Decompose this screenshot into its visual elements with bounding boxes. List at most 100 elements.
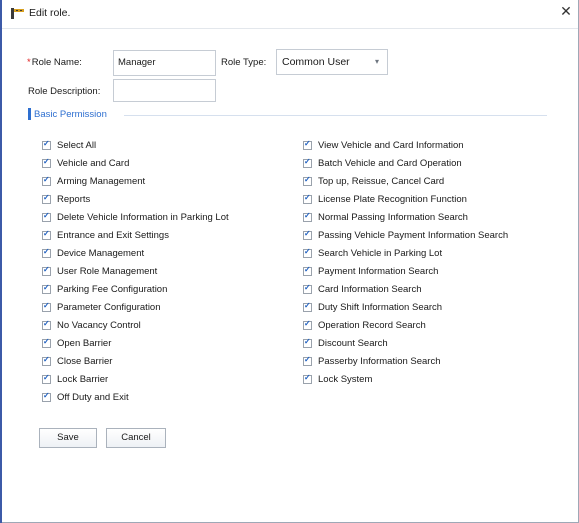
checkbox[interactable] xyxy=(303,337,312,348)
perm-view-vehicle-card-info[interactable]: View Vehicle and Card Information xyxy=(303,138,464,152)
perm-passing-payment-search[interactable]: Passing Vehicle Payment Information Sear… xyxy=(303,228,508,242)
perm-delete-vehicle-info[interactable]: Delete Vehicle Information in Parking Lo… xyxy=(42,210,229,224)
role-type-value: Common User xyxy=(282,56,350,68)
save-button[interactable]: Save xyxy=(39,428,97,448)
perm-label: Batch Vehicle and Card Operation xyxy=(318,157,462,169)
checkbox[interactable] xyxy=(303,193,312,204)
role-name-input[interactable]: Manager xyxy=(113,50,216,76)
perm-entrance-exit-settings[interactable]: Entrance and Exit Settings xyxy=(42,228,169,242)
perm-label: Device Management xyxy=(57,247,145,259)
checkbox[interactable] xyxy=(42,139,51,150)
perm-label: Passerby Information Search xyxy=(318,355,441,367)
perm-label: Parameter Configuration xyxy=(57,301,161,313)
checkbox[interactable] xyxy=(303,355,312,366)
checkbox[interactable] xyxy=(303,265,312,276)
checkbox[interactable] xyxy=(42,301,51,312)
perm-reports[interactable]: Reports xyxy=(42,192,90,206)
perm-select-all[interactable]: Select All xyxy=(42,138,96,152)
checkbox[interactable] xyxy=(42,229,51,240)
perm-label: No Vacancy Control xyxy=(57,319,141,331)
checkbox[interactable] xyxy=(303,211,312,222)
checkbox[interactable] xyxy=(42,283,51,294)
perm-arming-management[interactable]: Arming Management xyxy=(42,174,145,188)
edit-role-dialog: Edit role. ✕ *Role Name: Manager Role Ty… xyxy=(0,0,579,523)
chevron-down-icon: ▾ xyxy=(374,57,379,66)
checkbox[interactable] xyxy=(42,247,51,258)
perm-payment-info-search[interactable]: Payment Information Search xyxy=(303,264,438,278)
perm-lock-barrier[interactable]: Lock Barrier xyxy=(42,372,108,386)
checkbox[interactable] xyxy=(303,283,312,294)
perm-open-barrier[interactable]: Open Barrier xyxy=(42,336,111,350)
checkbox[interactable] xyxy=(42,175,51,186)
role-type-select[interactable]: Common User ▾ xyxy=(276,49,388,75)
role-name-label-text: Role Name: xyxy=(31,57,82,68)
perm-normal-passing-search[interactable]: Normal Passing Information Search xyxy=(303,210,468,224)
window-title: Edit role. xyxy=(29,7,71,19)
close-icon[interactable]: ✕ xyxy=(559,4,573,18)
checkbox[interactable] xyxy=(303,157,312,168)
parking-app-icon xyxy=(11,8,24,19)
checkbox[interactable] xyxy=(303,247,312,258)
required-mark: * xyxy=(27,57,31,68)
perm-lock-system[interactable]: Lock System xyxy=(303,372,372,386)
checkbox[interactable] xyxy=(42,355,51,366)
perm-label: Reports xyxy=(57,193,91,205)
perm-license-plate-recognition[interactable]: License Plate Recognition Function xyxy=(303,192,467,206)
title-bar: Edit role. ✕ xyxy=(2,0,578,29)
perm-discount-search[interactable]: Discount Search xyxy=(303,336,388,350)
perm-operation-record-search[interactable]: Operation Record Search xyxy=(303,318,426,332)
perm-label: Close Barrier xyxy=(57,355,113,367)
checkbox[interactable] xyxy=(303,373,312,384)
perm-user-role-management[interactable]: User Role Management xyxy=(42,264,157,278)
cancel-button[interactable]: Cancel xyxy=(106,428,166,448)
perm-search-vehicle-in-lot[interactable]: Search Vehicle in Parking Lot xyxy=(303,246,442,260)
checkbox[interactable] xyxy=(303,139,312,150)
perm-duty-shift-search[interactable]: Duty Shift Information Search xyxy=(303,300,442,314)
perm-label: Passing Vehicle Payment Information Sear… xyxy=(318,229,509,241)
checkbox[interactable] xyxy=(303,229,312,240)
perm-close-barrier[interactable]: Close Barrier xyxy=(42,354,112,368)
perm-parameter-configuration[interactable]: Parameter Configuration xyxy=(42,300,161,314)
checkbox[interactable] xyxy=(42,337,51,348)
perm-label: Normal Passing Information Search xyxy=(318,211,468,223)
perm-parking-fee-configuration[interactable]: Parking Fee Configuration xyxy=(42,282,167,296)
perm-label: Vehicle and Card xyxy=(57,157,130,169)
checkbox[interactable] xyxy=(42,157,51,168)
perm-label: User Role Management xyxy=(57,265,158,277)
perm-label: View Vehicle and Card Information xyxy=(318,139,464,151)
role-description-input[interactable] xyxy=(113,79,216,102)
perm-label: Arming Management xyxy=(57,175,146,187)
section-title: Basic Permission xyxy=(34,109,107,120)
perm-top-up-reissue-cancel[interactable]: Top up, Reissue, Cancel Card xyxy=(303,174,444,188)
checkbox[interactable] xyxy=(303,319,312,330)
perm-label: Lock System xyxy=(318,373,373,385)
perm-label: Entrance and Exit Settings xyxy=(57,229,169,241)
checkbox[interactable] xyxy=(42,391,51,402)
perm-batch-vehicle-card-operation[interactable]: Batch Vehicle and Card Operation xyxy=(303,156,462,170)
role-type-label: Role Type: xyxy=(221,57,267,68)
perm-label: Search Vehicle in Parking Lot xyxy=(318,247,443,259)
role-description-label: Role Description: xyxy=(28,86,101,97)
perm-label: Open Barrier xyxy=(57,337,112,349)
perm-device-management[interactable]: Device Management xyxy=(42,246,144,260)
checkbox[interactable] xyxy=(303,175,312,186)
perm-vehicle-and-card[interactable]: Vehicle and Card xyxy=(42,156,129,170)
perm-card-info-search[interactable]: Card Information Search xyxy=(303,282,422,296)
checkbox[interactable] xyxy=(303,301,312,312)
perm-label: Duty Shift Information Search xyxy=(318,301,443,313)
perm-label: Operation Record Search xyxy=(318,319,426,331)
perm-passerby-info-search[interactable]: Passerby Information Search xyxy=(303,354,441,368)
role-name-label: *Role Name: xyxy=(27,57,82,68)
window-edge xyxy=(0,0,2,523)
perm-no-vacancy-control[interactable]: No Vacancy Control xyxy=(42,318,141,332)
checkbox[interactable] xyxy=(42,211,51,222)
checkbox[interactable] xyxy=(42,265,51,276)
checkbox[interactable] xyxy=(42,373,51,384)
section-accent-bar xyxy=(28,108,31,120)
perm-off-duty-and-exit[interactable]: Off Duty and Exit xyxy=(42,390,129,404)
perm-label: Off Duty and Exit xyxy=(57,391,129,403)
checkbox[interactable] xyxy=(42,193,51,204)
perm-label: License Plate Recognition Function xyxy=(318,193,467,205)
checkbox[interactable] xyxy=(42,319,51,330)
perm-label: Delete Vehicle Information in Parking Lo… xyxy=(57,211,229,223)
